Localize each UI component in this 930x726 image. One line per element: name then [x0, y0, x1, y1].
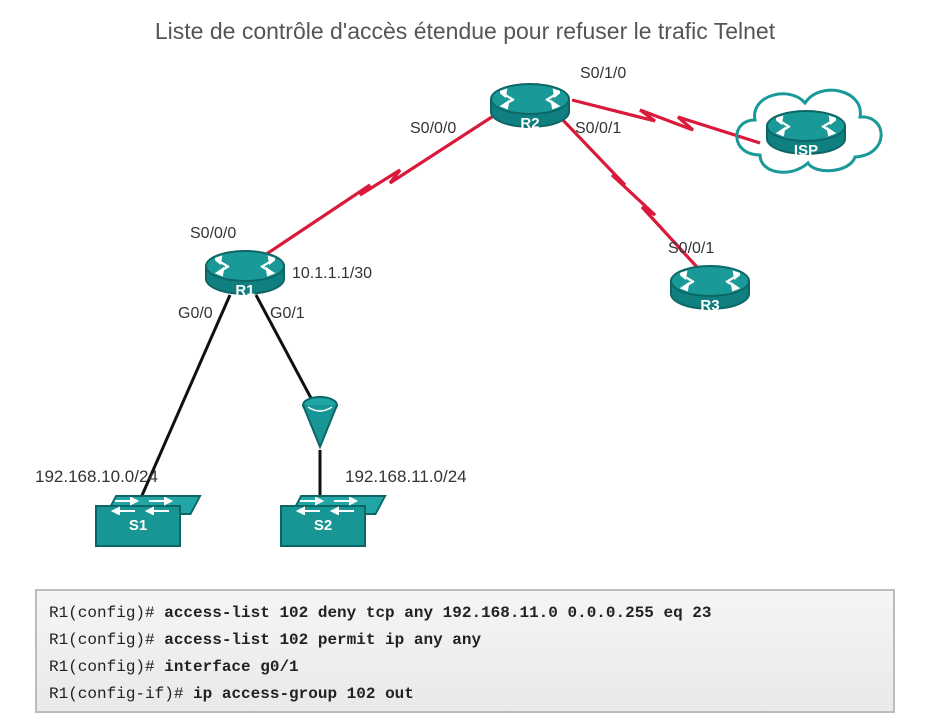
access-point-icon — [300, 395, 340, 456]
iface-r2-s000: S0/0/0 — [410, 120, 456, 138]
router-isp-label: ISP — [766, 142, 846, 159]
iface-r2-s010: S0/1/0 — [580, 65, 626, 83]
cli-terminal: R1(config)# access-list 102 deny tcp any… — [35, 589, 895, 713]
cli-line1-prompt: R1(config)# — [49, 604, 164, 622]
iface-r3-s001: S0/0/1 — [668, 240, 714, 258]
cli-line2-prompt: R1(config)# — [49, 631, 164, 649]
cli-line4-prompt: R1(config-if)# — [49, 685, 193, 703]
switch-s2-label: S2 — [280, 517, 366, 534]
switch-s1-icon: S1 — [95, 495, 181, 547]
net-left: 192.168.10.0/24 — [35, 467, 158, 487]
router-r1-icon: R1 — [205, 250, 285, 296]
router-isp-icon: ISP — [766, 110, 846, 156]
isp-cloud: ISP — [720, 75, 890, 185]
topology-canvas: ISP R2 — [0, 55, 930, 585]
iface-r1-g00: G0/0 — [178, 305, 213, 323]
diagram-title: Liste de contrôle d'accès étendue pour r… — [0, 18, 930, 45]
switch-s2-icon: S2 — [280, 495, 366, 547]
router-r3-label: R3 — [670, 297, 750, 314]
cli-line3-cmd: interface g0/1 — [164, 658, 298, 676]
cli-line3-prompt: R1(config)# — [49, 658, 164, 676]
cli-line2-cmd: access-list 102 permit ip any any — [164, 631, 481, 649]
iface-r1-s000: S0/0/0 — [190, 225, 236, 243]
iface-r1-addr: 10.1.1.1/30 — [292, 265, 372, 283]
switch-s1-label: S1 — [95, 517, 181, 534]
router-r1-label: R1 — [205, 282, 285, 299]
router-r2-icon: R2 — [490, 83, 570, 129]
cli-line4-cmd: ip access-group 102 out — [193, 685, 414, 703]
router-r2-label: R2 — [490, 115, 570, 132]
cli-line1-cmd: access-list 102 deny tcp any 192.168.11.… — [164, 604, 711, 622]
net-right: 192.168.11.0/24 — [345, 467, 467, 487]
iface-r1-g01: G0/1 — [270, 305, 305, 323]
iface-r2-s001: S0/0/1 — [575, 120, 621, 138]
router-r3-icon: R3 — [670, 265, 750, 311]
